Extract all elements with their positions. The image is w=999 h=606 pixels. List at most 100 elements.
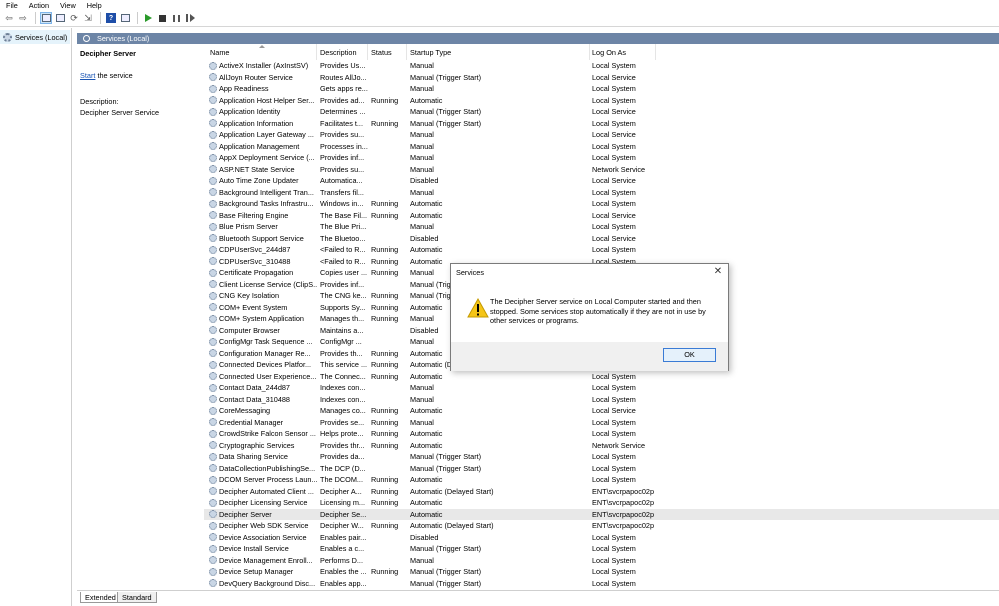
table-row[interactable]: AppX Deployment Service (... Provides inf…: [204, 152, 999, 164]
service-log-on-as: ENT\svcrpapoc02p: [592, 498, 655, 507]
service-name-cell: AppX Deployment Service (...: [209, 152, 317, 164]
table-row[interactable]: Base Filtering Engine The Base Fil... Runn…: [204, 210, 999, 222]
export-list-icon[interactable]: ⇲: [82, 12, 94, 24]
service-description: Facilitates t...: [320, 118, 363, 128]
column-separator[interactable]: [589, 44, 590, 60]
table-row[interactable]: CoreMessaging Manages co... Running Automat…: [204, 405, 999, 417]
service-name: Background Intelligent Tran...: [219, 187, 314, 197]
service-name: Connected User Experience...: [219, 371, 317, 381]
start-service-icon[interactable]: [142, 12, 154, 24]
toolbar-separator: [100, 12, 101, 24]
table-row[interactable]: Credential Manager Provides se... Running M…: [204, 417, 999, 429]
table-row[interactable]: Device Setup Manager Enables the ... Runni…: [204, 566, 999, 578]
menu-view[interactable]: View: [60, 1, 76, 10]
menu-action[interactable]: Action: [29, 1, 49, 10]
table-row[interactable]: App Readiness Gets apps re... Manual Local …: [204, 83, 999, 95]
table-row[interactable]: Contact Data_310488 Indexes con... Manual L…: [204, 394, 999, 406]
service-gear-icon: [209, 406, 217, 415]
table-row[interactable]: Decipher Server Decipher Se... Automatic EN…: [204, 508, 999, 520]
table-row[interactable]: AllJoyn Router Service Routes AllJo... Man…: [204, 72, 999, 84]
table-row[interactable]: Contact Data_244d87 Indexes con... Manual L…: [204, 382, 999, 394]
table-row[interactable]: Cryptographic Services Provides thr... Run…: [204, 440, 999, 452]
table-row[interactable]: Device Management Enroll... Performs D...…: [204, 555, 999, 567]
service-description: Provides su...: [320, 130, 365, 139]
column-separator[interactable]: [316, 44, 317, 60]
tab-extended[interactable]: Extended: [80, 592, 121, 603]
column-header-status[interactable]: Status: [371, 48, 392, 60]
menu-file[interactable]: File: [6, 1, 18, 10]
table-row[interactable]: CrowdStrike Falcon Sensor ... Helps prote…: [204, 428, 999, 440]
refresh-icon[interactable]: ⟳: [68, 12, 80, 24]
service-log-on-as: Local System: [592, 95, 636, 105]
start-service-link[interactable]: Start: [80, 71, 95, 80]
table-row[interactable]: Application Host Helper Ser... Provides a…: [204, 95, 999, 107]
table-row[interactable]: DataCollectionPublishingSe... The DCP (D.…: [204, 463, 999, 475]
table-row[interactable]: Application Layer Gateway ... Provides su…: [204, 129, 999, 141]
service-name-cell: Decipher Licensing Service: [209, 497, 317, 509]
forward-arrow-icon[interactable]: ⇨: [17, 12, 29, 24]
service-description: Provides inf...: [320, 279, 365, 289]
table-row[interactable]: CDPUserSvc_244d87 <Failed to R... Running A…: [204, 244, 999, 256]
column-separator[interactable]: [367, 44, 368, 60]
service-gear-icon: [209, 372, 217, 381]
service-detail-pane: Decipher Server Start the service Descri…: [77, 44, 202, 589]
column-header-description[interactable]: Description: [320, 48, 357, 60]
table-row[interactable]: Decipher Automated Client ... Decipher A.…: [204, 486, 999, 498]
service-gear-icon: [209, 487, 217, 496]
show-action-pane-icon[interactable]: [119, 12, 131, 24]
table-row[interactable]: Background Tasks Infrastru... Windows in.…: [204, 198, 999, 210]
column-separator[interactable]: [406, 44, 407, 60]
tree-item-services-local[interactable]: Services (Local): [0, 30, 70, 44]
table-row[interactable]: Application Identity Determines ... Manual…: [204, 106, 999, 118]
table-row[interactable]: Application Management Processes in... Man…: [204, 141, 999, 153]
table-row[interactable]: DevQuery Background Disc... Enables app..…: [204, 578, 999, 590]
service-name-cell: Device Association Service: [209, 532, 317, 544]
service-gear-icon: [209, 303, 217, 312]
table-row[interactable]: ActiveX Installer (AxInstSV) Provides Us.…: [204, 60, 999, 72]
table-row[interactable]: Bluetooth Support Service The Bluetoo... D…: [204, 233, 999, 245]
service-name-cell: Client License Service (ClipS...: [209, 279, 317, 291]
service-status: Running: [371, 118, 399, 128]
restart-service-icon[interactable]: [184, 12, 196, 24]
table-row[interactable]: Auto Time Zone Updater Automatica... Disab…: [204, 175, 999, 187]
service-name: AppX Deployment Service (...: [219, 153, 315, 162]
table-row[interactable]: DCOM Server Process Laun... The DCOM... Ru…: [204, 474, 999, 486]
help-icon[interactable]: ?: [105, 12, 117, 24]
table-row[interactable]: Device Association Service Enables pair..…: [204, 532, 999, 544]
back-arrow-icon[interactable]: ⇦: [3, 12, 15, 24]
column-header-startup-type[interactable]: Startup Type: [410, 48, 451, 60]
menu-help[interactable]: Help: [87, 1, 102, 10]
pause-service-icon[interactable]: [170, 12, 182, 24]
table-row[interactable]: Blue Prism Server The Blue Pri... Manual Lo…: [204, 221, 999, 233]
table-row[interactable]: Connected User Experience... The Connec..…: [204, 371, 999, 383]
column-header-log-on-as[interactable]: Log On As: [592, 48, 626, 60]
properties-icon[interactable]: [54, 12, 66, 24]
column-separator[interactable]: [655, 44, 656, 60]
table-row[interactable]: Application Information Facilitates t... R…: [204, 118, 999, 130]
show-hide-console-tree-icon[interactable]: [40, 12, 52, 24]
table-row[interactable]: ASP.NET State Service Provides su... Manua…: [204, 164, 999, 176]
service-status: [371, 141, 407, 153]
tab-standard[interactable]: Standard: [117, 592, 157, 603]
close-icon[interactable]: ✕: [712, 266, 724, 278]
service-status: Running: [371, 302, 399, 312]
table-row[interactable]: Data Sharing Service Provides da... Manual…: [204, 451, 999, 463]
service-gear-icon: [209, 395, 217, 404]
service-startup-type: Manual (Trigger Start): [410, 107, 482, 116]
service-name: Application Layer Gateway ...: [219, 130, 314, 139]
ok-button[interactable]: OK: [663, 348, 716, 362]
table-row[interactable]: Decipher Web SDK Service Decipher W... Run…: [204, 520, 999, 532]
table-row[interactable]: Decipher Licensing Service Licensing m...…: [204, 497, 999, 509]
stop-service-icon[interactable]: [156, 12, 168, 24]
table-row[interactable]: Device Install Service Enables a c... Manu…: [204, 543, 999, 555]
service-name: Device Management Enroll...: [219, 555, 313, 565]
service-log-on-as: Local System: [592, 578, 636, 588]
service-log-on-as: Local System: [592, 222, 636, 231]
column-header-name[interactable]: Name: [210, 48, 229, 60]
service-name-cell: CDPUserSvc_244d87: [209, 244, 317, 256]
table-row[interactable]: Background Intelligent Tran... Transfers …: [204, 187, 999, 199]
service-log-on-as: ENT\svcrpapoc02p: [592, 486, 655, 496]
service-status: Running: [371, 348, 399, 358]
service-startup-type: Automatic: [410, 440, 443, 450]
dialog-footer: OK: [451, 342, 728, 371]
